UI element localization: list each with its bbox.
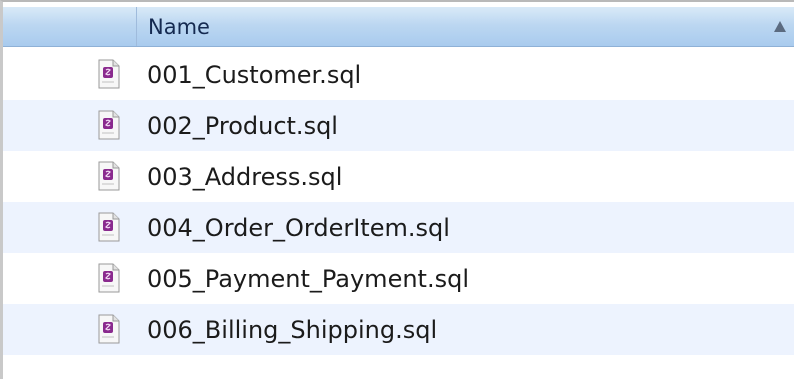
sort-ascending-icon[interactable]: [774, 21, 786, 32]
file-name: 001_Customer.sql: [147, 61, 362, 89]
name-column-header[interactable]: Name: [148, 14, 210, 40]
column-header-icon-cell[interactable]: [3, 7, 137, 46]
sql-file-icon: [98, 212, 120, 242]
file-name: 004_Order_OrderItem.sql: [147, 214, 450, 242]
sql-file-icon: [98, 263, 120, 293]
file-name: 002_Product.sql: [147, 112, 338, 140]
sql-file-icon: [98, 110, 120, 140]
sql-file-icon: [98, 314, 120, 344]
sql-file-icon: [98, 161, 120, 191]
file-row[interactable]: 003_Address.sql: [3, 151, 794, 202]
file-row[interactable]: 004_Order_OrderItem.sql: [3, 202, 794, 253]
file-name: 005_Payment_Payment.sql: [147, 265, 469, 293]
file-name: 006_Billing_Shipping.sql: [147, 316, 438, 344]
column-header-bar: Name: [3, 7, 794, 47]
file-name: 003_Address.sql: [147, 163, 343, 191]
file-row[interactable]: 002_Product.sql: [3, 100, 794, 151]
file-row[interactable]: 001_Customer.sql: [3, 49, 794, 100]
file-row[interactable]: 005_Payment_Payment.sql: [3, 253, 794, 304]
file-list: 001_Customer.sql 002_Product.sql 003_Add…: [3, 49, 794, 355]
finder-list-view: Name 001_Customer.sql 002_Product.sql 00…: [0, 0, 794, 379]
file-row[interactable]: 006_Billing_Shipping.sql: [3, 304, 794, 355]
sql-file-icon: [98, 59, 120, 89]
